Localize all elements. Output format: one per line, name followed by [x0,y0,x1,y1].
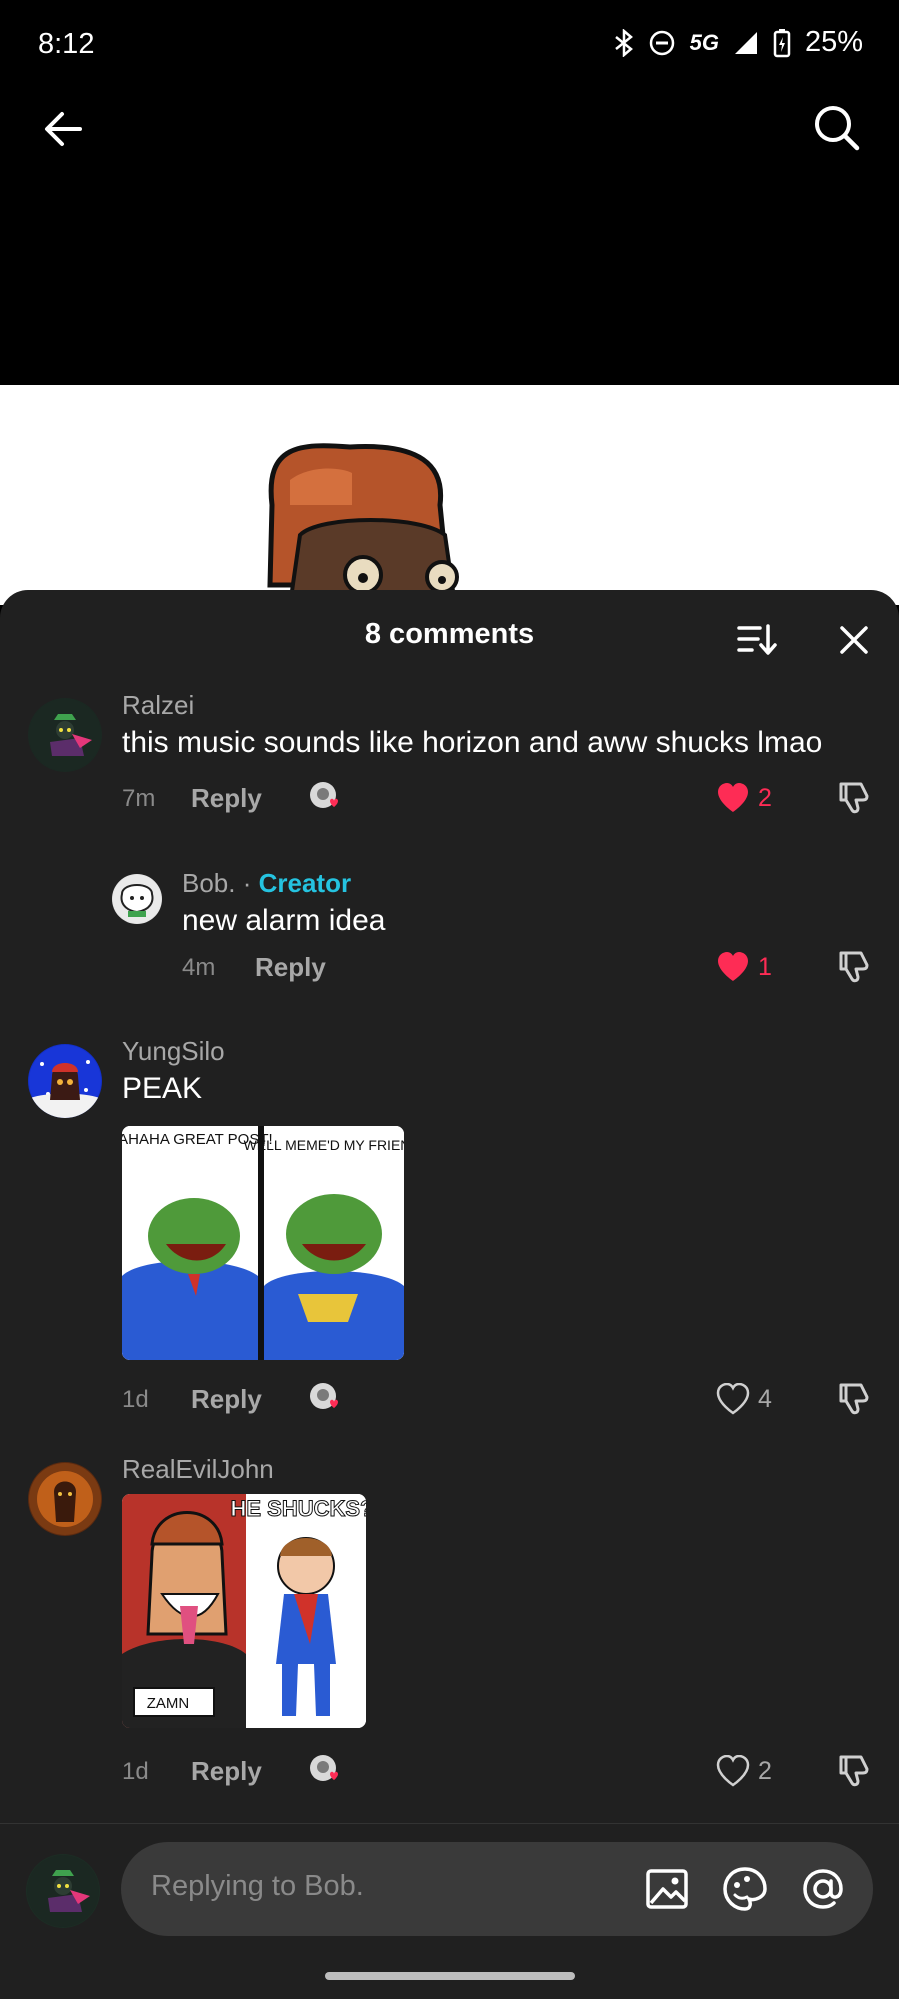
image-caption-right: WELL MEME'D MY FRIEND! [244,1137,404,1153]
emoji-button[interactable] [721,1865,769,1913]
comment-time: 7m [122,785,156,812]
close-button[interactable] [836,622,872,658]
reply-button[interactable]: Reply [191,1756,262,1787]
reply-button[interactable]: Reply [255,952,326,983]
network-type: 5G [689,29,719,55]
comment-text: new alarm idea [182,904,386,937]
comment-image[interactable]: ZAMN HE SHUCKS? [122,1494,366,1728]
dislike-icon [839,782,869,814]
like-count: 2 [758,783,772,812]
heart-icon [716,1383,750,1415]
comment-username[interactable]: Bob. · Creator [182,868,351,899]
image-picker-button[interactable] [643,1865,691,1913]
do-not-disturb-icon [648,29,676,57]
home-indicator[interactable] [325,1972,575,1980]
comment-time: 1d [122,1386,149,1413]
back-button[interactable] [40,104,90,154]
search-icon [815,106,860,151]
sort-button[interactable] [736,620,778,660]
status-time: 8:12 [38,28,95,60]
reply-item: Bob. · Creator new alarm idea 4m Reply 1 [0,868,899,998]
creator-liked-icon [308,1381,342,1415]
dislike-button[interactable] [835,949,871,985]
cartoon-character-image [267,443,459,605]
comment-username[interactable]: Ralzei [122,690,194,721]
like-button[interactable]: 2 [716,782,772,814]
sort-icon [737,624,777,655]
like-button[interactable]: 1 [716,951,772,983]
image-caption-left: ZAMN [147,1695,190,1712]
mention-button[interactable] [799,1865,847,1913]
heart-icon [718,783,748,812]
like-count: 4 [758,1384,772,1413]
battery-level: 25% [804,26,863,58]
comment-item: YungSilo PEAK HAHAHA GREAT POST! WELL ME… [0,1036,899,1416]
username-text: Bob. [182,868,236,898]
comment-text: this music sounds like horizon and aww s… [122,726,823,759]
heart-icon [718,952,748,981]
signal-icon [733,30,759,56]
like-button[interactable]: 2 [716,1755,772,1787]
creator-liked-icon [308,1753,342,1787]
back-arrow-icon [45,112,82,146]
dislike-icon [839,951,869,983]
dislike-button[interactable] [835,1753,871,1789]
comment-input-bar: Replying to Bob. [0,1823,899,1999]
username-separator: · [235,868,259,898]
creator-liked-icon [308,780,342,814]
avatar[interactable] [28,698,102,772]
image-icon [646,1869,688,1909]
like-count: 2 [758,1756,772,1785]
comments-sheet: 8 comments Ralzei this music sounds like… [0,590,899,1999]
search-button[interactable] [811,102,863,154]
avatar[interactable] [28,1462,102,1536]
emoji-icon [723,1867,767,1911]
comment-username[interactable]: RealEvilJohn [122,1454,274,1485]
comment-text: PEAK [122,1072,203,1105]
dislike-icon [839,1383,869,1415]
close-icon [840,626,868,654]
bluetooth-icon [614,28,634,57]
status-icons: 5G 25% [614,26,863,59]
comment-time: 4m [182,954,216,981]
like-count: 1 [758,952,772,981]
image-caption-right: HE SHUCKS? [230,1496,366,1521]
dislike-button[interactable] [835,780,871,816]
dislike-button[interactable] [835,1381,871,1417]
status-bar: 8:12 5G 25% [0,0,899,90]
comment-item: RealEvilJohn ZAMN HE SHUCKS? 1d Reply 2 [0,1454,899,1804]
heart-icon [716,1755,750,1787]
comment-username[interactable]: YungSilo [122,1036,225,1067]
reply-button[interactable]: Reply [191,1384,262,1415]
avatar[interactable] [28,1044,102,1118]
like-button[interactable]: 4 [716,1383,772,1415]
reply-button[interactable]: Reply [191,783,262,814]
comment-input[interactable]: Replying to Bob. [121,1842,873,1936]
creator-badge: Creator [258,868,352,898]
comment-item: Ralzei this music sounds like horizon an… [0,690,899,820]
dislike-icon [839,1755,869,1787]
video-preview[interactable] [0,385,899,605]
input-placeholder: Replying to Bob. [151,1870,364,1902]
battery-icon [773,28,791,58]
comment-time: 1d [122,1758,149,1785]
mention-icon [803,1869,843,1909]
current-user-avatar [26,1854,100,1928]
comment-image[interactable]: HAHAHA GREAT POST! WELL MEME'D MY FRIEND… [122,1126,404,1360]
avatar[interactable] [112,874,162,924]
